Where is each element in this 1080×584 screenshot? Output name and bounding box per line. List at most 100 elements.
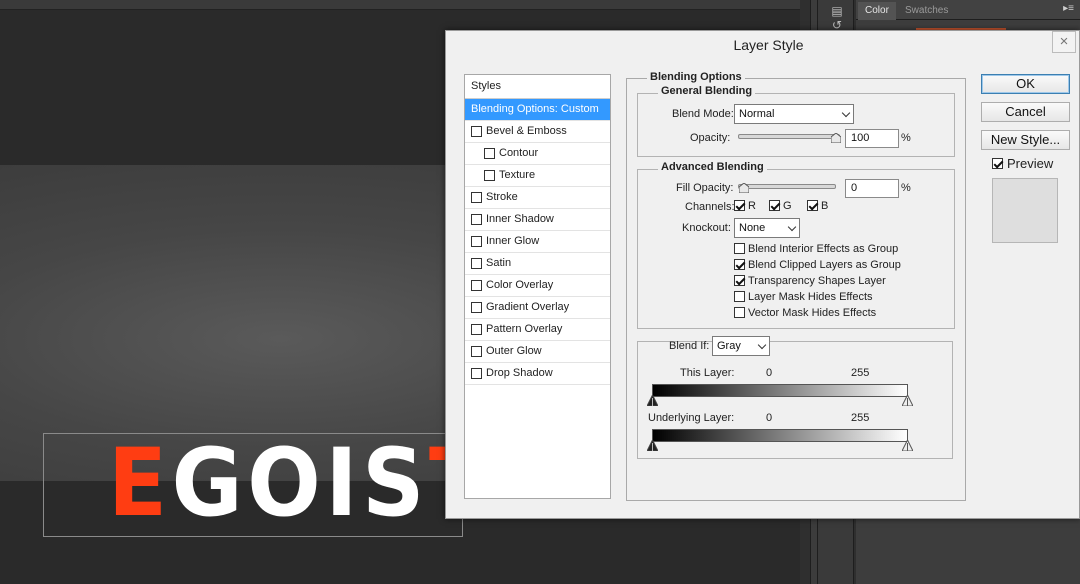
option-checkbox[interactable] <box>734 275 745 286</box>
tab-swatches[interactable]: Swatches <box>898 2 955 20</box>
general-blending-title: General Blending <box>658 85 756 97</box>
channel-b-label: B <box>821 200 829 212</box>
fill-opacity-label: Fill Opacity: <box>676 182 734 194</box>
option-checkbox[interactable] <box>734 307 745 318</box>
style-item-label: Color Overlay <box>486 279 554 291</box>
opacity-slider[interactable] <box>738 133 841 143</box>
opacity-label: Opacity: <box>690 132 731 144</box>
option-label: Transparency Shapes Layer <box>748 275 886 287</box>
style-item-checkbox[interactable] <box>471 192 482 203</box>
style-item-label: Blending Options: Custom <box>471 103 599 115</box>
style-item-contour[interactable]: Contour <box>465 143 610 165</box>
style-item-checkbox[interactable] <box>484 170 495 181</box>
knockout-select[interactable]: None <box>734 218 800 238</box>
style-item-inner-shadow[interactable]: Inner Shadow <box>465 209 610 231</box>
style-item-checkbox[interactable] <box>471 214 482 225</box>
general-blending-group <box>637 93 955 157</box>
option-transparency-shapes-layer[interactable]: Transparency Shapes Layer <box>734 275 886 287</box>
this-layer-black-slider[interactable] <box>647 395 658 406</box>
style-item-label: Outer Glow <box>486 345 542 357</box>
this-layer-white-slider[interactable] <box>902 395 913 406</box>
option-blend-interior-effects-as-group[interactable]: Blend Interior Effects as Group <box>734 243 898 255</box>
styles-list: Styles Blending Options: Custom Bevel & E… <box>464 74 611 499</box>
style-item-blending-options-custom[interactable]: Blending Options: Custom <box>465 99 610 121</box>
new-style-button[interactable]: New Style... <box>981 130 1070 150</box>
blend-mode-select[interactable]: Normal <box>734 104 854 124</box>
option-checkbox[interactable] <box>734 291 745 302</box>
style-item-checkbox[interactable] <box>471 280 482 291</box>
style-item-texture[interactable]: Texture <box>465 165 610 187</box>
style-item-checkbox[interactable] <box>471 368 482 379</box>
style-item-label: Drop Shadow <box>486 367 553 379</box>
fill-opacity-slider[interactable] <box>738 183 836 193</box>
panel-menu-icon[interactable]: ▸≡ <box>1063 3 1074 14</box>
preview-toggle[interactable]: Preview <box>992 156 1053 171</box>
advanced-blending-title: Advanced Blending <box>658 161 767 173</box>
blend-if-label: Blend If: <box>669 340 710 352</box>
style-item-label: Pattern Overlay <box>486 323 563 335</box>
style-item-gradient-overlay[interactable]: Gradient Overlay <box>465 297 610 319</box>
ok-button[interactable]: OK <box>981 74 1070 94</box>
logo-text-main: GOIS <box>171 433 430 537</box>
option-blend-clipped-layers-as-group[interactable]: Blend Clipped Layers as Group <box>734 259 901 271</box>
underlying-black-slider[interactable] <box>647 440 658 451</box>
document-tab-strip <box>0 0 800 10</box>
style-item-checkbox[interactable] <box>471 258 482 269</box>
style-item-checkbox[interactable] <box>471 236 482 247</box>
blend-if-value: Gray <box>717 340 741 352</box>
style-item-drop-shadow[interactable]: Drop Shadow <box>465 363 610 385</box>
channel-g[interactable]: G <box>769 200 792 212</box>
logo-first-letter: E <box>108 433 172 537</box>
underlying-layer-min: 0 <box>766 412 773 424</box>
blend-mode-value: Normal <box>739 108 775 120</box>
style-item-checkbox[interactable] <box>471 302 482 313</box>
style-item-outer-glow[interactable]: Outer Glow <box>465 341 610 363</box>
style-item-label: Inner Shadow <box>486 213 554 225</box>
style-item-inner-glow[interactable]: Inner Glow <box>465 231 610 253</box>
style-item-label: Gradient Overlay <box>486 301 570 313</box>
cancel-button[interactable]: Cancel <box>981 102 1070 122</box>
channel-g-checkbox[interactable] <box>769 200 780 211</box>
underlying-white-slider[interactable] <box>902 440 913 451</box>
knockout-label: Knockout: <box>682 222 731 234</box>
style-item-pattern-overlay[interactable]: Pattern Overlay <box>465 319 610 341</box>
styles-header[interactable]: Styles <box>465 75 610 99</box>
underlying-layer-label: Underlying Layer: <box>648 412 735 424</box>
style-item-label: Bevel & Emboss <box>486 125 567 137</box>
channel-b-checkbox[interactable] <box>807 200 818 211</box>
preview-checkbox[interactable] <box>992 158 1003 169</box>
style-item-checkbox[interactable] <box>471 324 482 335</box>
blending-options-title: Blending Options <box>647 71 745 83</box>
blend-if-select[interactable]: Gray <box>712 336 770 356</box>
channel-r[interactable]: R <box>734 200 756 212</box>
this-layer-gradient <box>652 384 908 397</box>
style-item-checkbox[interactable] <box>471 126 482 137</box>
style-item-color-overlay[interactable]: Color Overlay <box>465 275 610 297</box>
history-icon[interactable]: ▤ <box>828 4 846 18</box>
tab-color[interactable]: Color <box>858 2 896 20</box>
styles-items: Blending Options: Custom Bevel & Emboss Co… <box>465 99 610 385</box>
style-preview-swatch <box>992 178 1058 243</box>
opacity-slider-thumb[interactable] <box>831 133 841 143</box>
style-item-stroke[interactable]: Stroke <box>465 187 610 209</box>
style-item-checkbox[interactable] <box>471 346 482 357</box>
channel-b[interactable]: B <box>807 200 828 212</box>
fill-opacity-slider-thumb[interactable] <box>739 183 749 193</box>
style-item-label: Inner Glow <box>486 235 540 247</box>
option-checkbox[interactable] <box>734 259 745 270</box>
fill-opacity-input[interactable]: 0 <box>845 179 899 198</box>
style-item-label: Texture <box>499 169 536 181</box>
logo-text-layer-bounds[interactable]: EGOIST <box>43 433 463 537</box>
option-layer-mask-hides-effects[interactable]: Layer Mask Hides Effects <box>734 291 873 303</box>
channel-r-checkbox[interactable] <box>734 200 745 211</box>
option-vector-mask-hides-effects[interactable]: Vector Mask Hides Effects <box>734 307 876 319</box>
option-checkbox[interactable] <box>734 243 745 254</box>
style-item-satin[interactable]: Satin <box>465 253 610 275</box>
opacity-input[interactable]: 100 <box>845 129 899 148</box>
style-item-label: Stroke <box>486 191 518 203</box>
close-icon[interactable]: × <box>1052 31 1076 53</box>
style-item-bevel-emboss[interactable]: Bevel & Emboss <box>465 121 610 143</box>
layer-style-dialog: Layer Style × Styles Blending Options: C… <box>445 30 1080 519</box>
style-item-checkbox[interactable] <box>484 148 495 159</box>
chevron-down-icon <box>787 222 797 232</box>
